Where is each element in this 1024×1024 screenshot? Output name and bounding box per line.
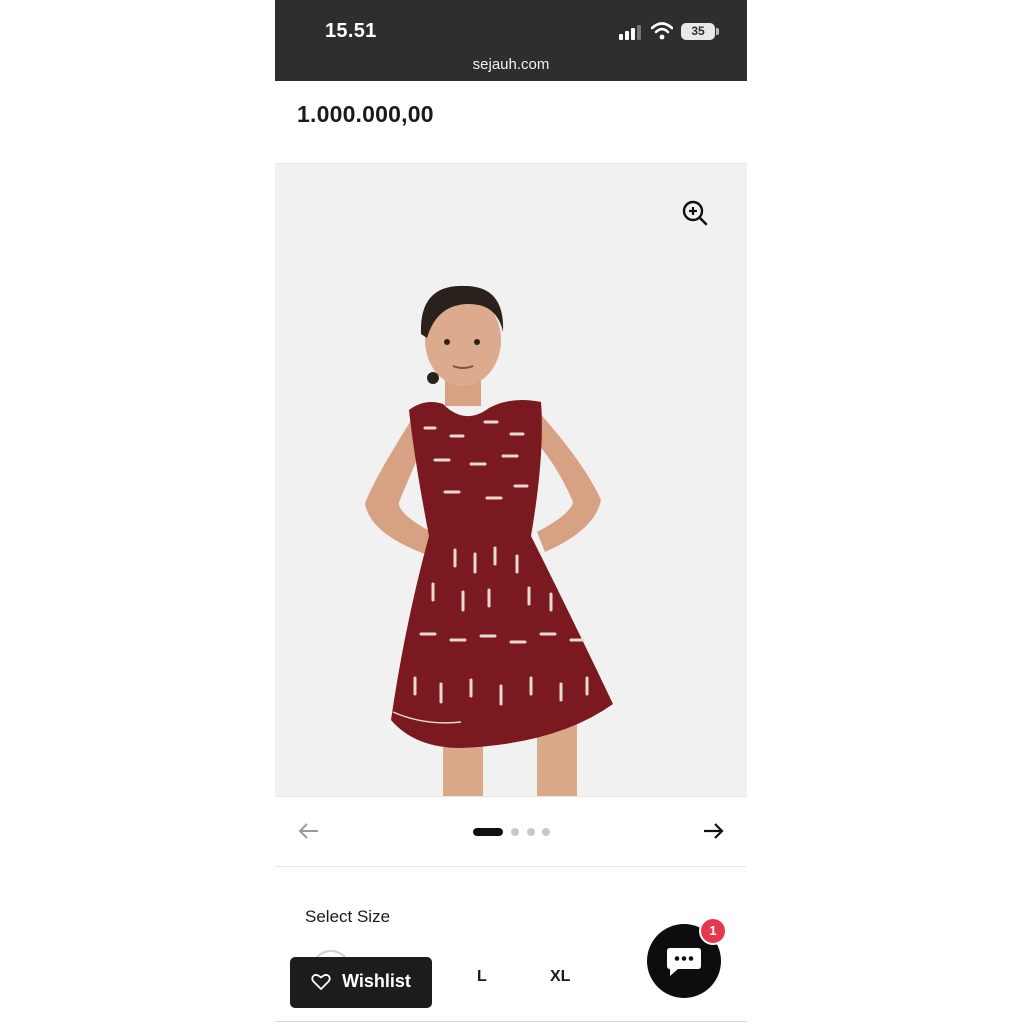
product-image-slide[interactable] xyxy=(275,164,747,796)
chat-notification-badge: 1 xyxy=(699,917,727,945)
select-size-label: Select Size xyxy=(305,907,391,926)
address-bar-url[interactable]: sejauh.com xyxy=(275,56,747,73)
wishlist-button[interactable]: Wishlist xyxy=(290,957,432,1008)
divider xyxy=(275,796,747,797)
wifi-icon xyxy=(651,22,673,40)
divider xyxy=(275,1021,747,1022)
battery-tip xyxy=(716,28,719,35)
wishlist-label: Wishlist xyxy=(342,971,411,991)
mobile-page: 15.51 35 sejauh.com 1.000.000,00 Select … xyxy=(275,0,747,1024)
battery-indicator: 35 xyxy=(681,23,715,40)
carousel-dot-active[interactable] xyxy=(473,828,503,836)
status-bar: 15.51 35 sejauh.com xyxy=(275,0,747,81)
carousel-dot[interactable] xyxy=(527,828,535,836)
carousel-dot[interactable] xyxy=(511,828,519,836)
heart-icon xyxy=(311,974,331,990)
arrow-left-icon[interactable] xyxy=(297,820,321,842)
size-option-l[interactable]: L xyxy=(477,968,487,986)
status-time: 15.51 xyxy=(325,20,377,42)
zoom-in-icon[interactable] xyxy=(681,199,709,227)
carousel-dot[interactable] xyxy=(542,828,550,836)
chat-bubble-icon xyxy=(667,948,701,976)
product-price: 1.000.000,00 xyxy=(297,101,434,127)
cellular-signal-icon xyxy=(619,25,641,40)
product-photo xyxy=(275,164,747,796)
size-option-xl[interactable]: XL xyxy=(550,968,570,986)
divider xyxy=(275,866,747,867)
arrow-right-icon[interactable] xyxy=(701,820,725,842)
